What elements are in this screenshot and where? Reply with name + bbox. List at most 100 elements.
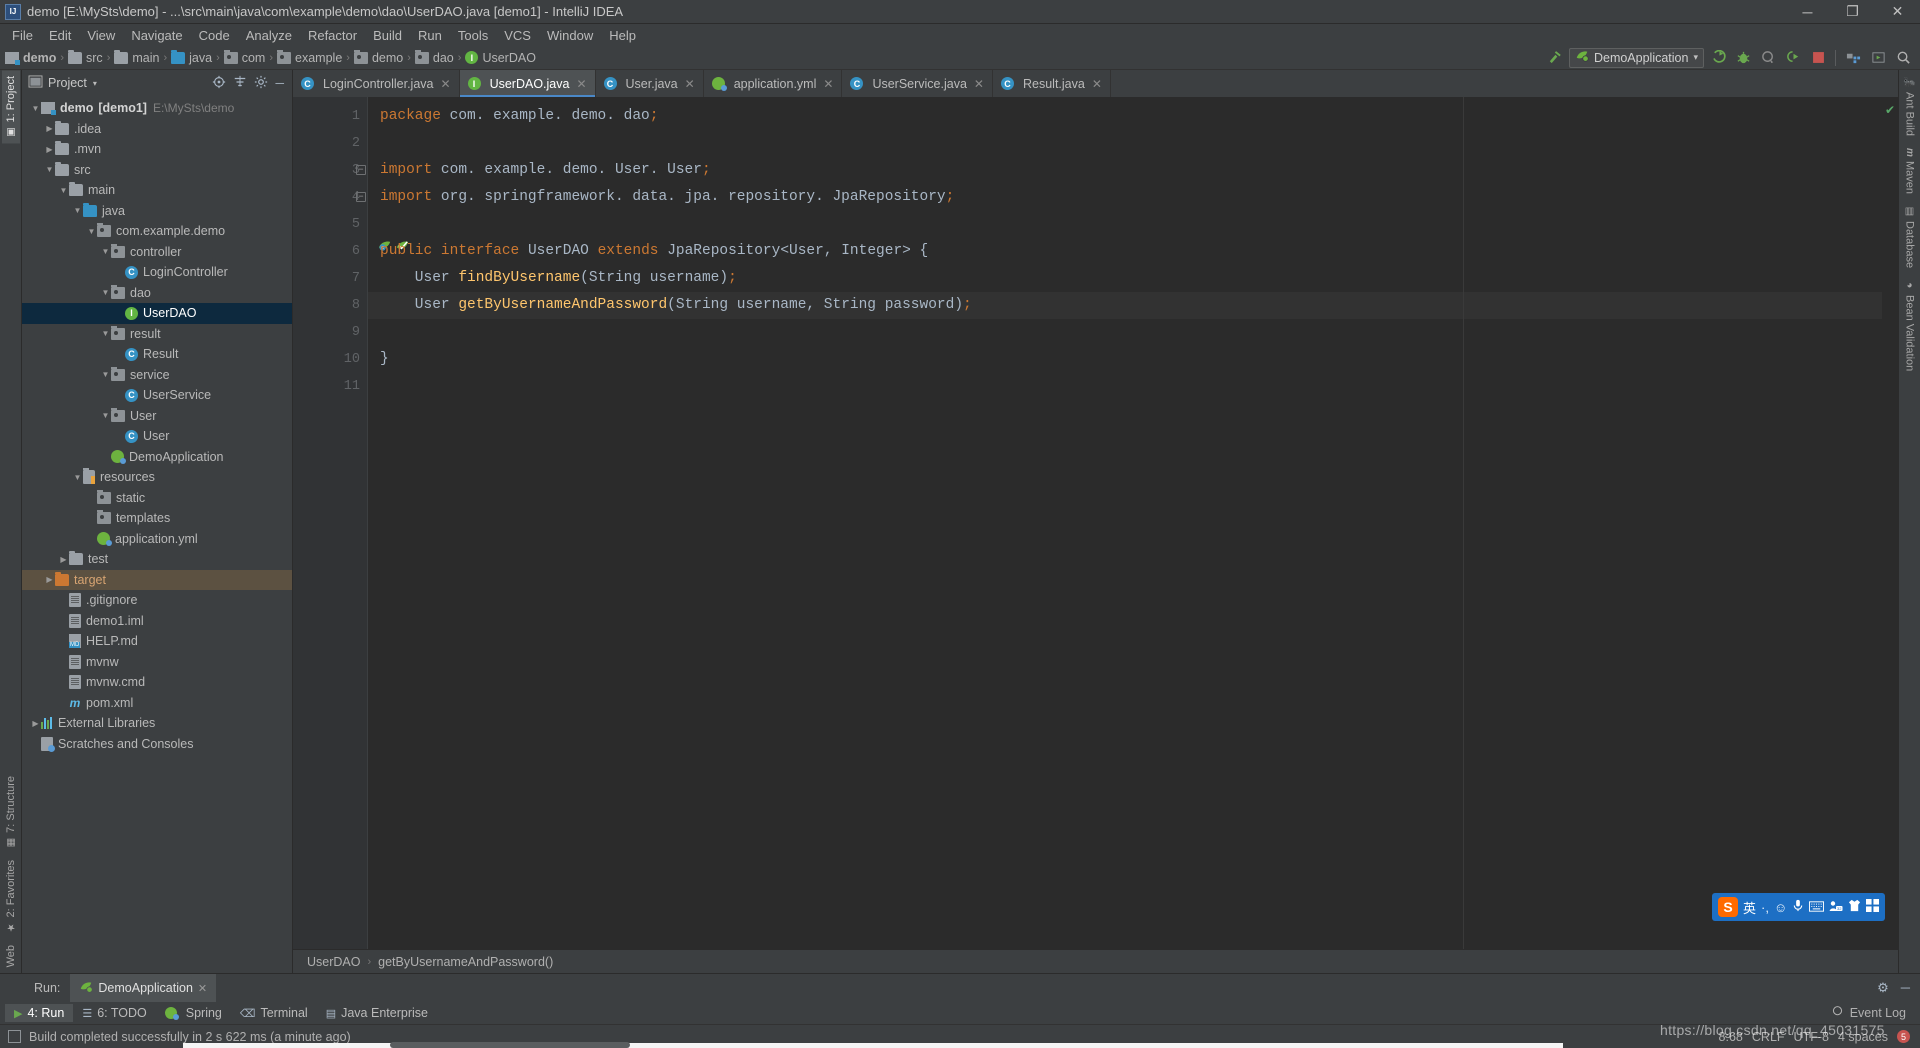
menu-item-navigate[interactable]: Navigate: [123, 26, 190, 45]
tree-item[interactable]: ▼ dao: [22, 283, 292, 304]
chevron-right-icon[interactable]: ▶: [44, 145, 55, 154]
tree-item[interactable]: ▼ com.example.demo: [22, 221, 292, 242]
editor-tab-result-java[interactable]: C Result.java ✕: [993, 70, 1111, 97]
chevron-down-icon[interactable]: ▼: [44, 165, 55, 174]
tree-item[interactable]: ▶ templates: [22, 508, 292, 529]
gear-icon[interactable]: [254, 75, 268, 92]
chevron-right-icon[interactable]: ▶: [30, 719, 41, 728]
gear-icon[interactable]: ⚙: [1877, 980, 1889, 996]
maximize-button[interactable]: ❐: [1830, 0, 1875, 24]
collapse-all-icon[interactable]: [233, 75, 247, 92]
code-line[interactable]: User getByUsernameAndPassword(String use…: [368, 292, 1882, 319]
close-icon[interactable]: ✕: [823, 77, 833, 91]
tree-item[interactable]: ▼ User: [22, 406, 292, 427]
code-line[interactable]: [368, 130, 1882, 157]
tree-item[interactable]: ▶ mvnw: [22, 652, 292, 673]
sidebar-item-favorites[interactable]: ★ 2: Favorites: [2, 854, 20, 938]
user-icon[interactable]: 32: [1829, 900, 1843, 915]
code-line[interactable]: [368, 319, 1882, 346]
breadcrumb-item-main[interactable]: main: [114, 49, 159, 65]
menu-item-run[interactable]: Run: [410, 26, 450, 45]
tree-item[interactable]: ▶ application.yml: [22, 529, 292, 550]
sogou-logo-icon[interactable]: S: [1718, 897, 1738, 917]
editor-tab-userdao-java[interactable]: I UserDAO.java ✕: [459, 70, 596, 97]
tree-item[interactable]: ▶ static: [22, 488, 292, 509]
menu-item-code[interactable]: Code: [191, 26, 238, 45]
chevron-down-icon[interactable]: ▼: [86, 227, 97, 236]
tree-item[interactable]: ▼ service: [22, 365, 292, 386]
chevron-down-icon[interactable]: ▼: [30, 104, 41, 113]
breadcrumb-item-demo[interactable]: demo: [5, 51, 56, 65]
close-button[interactable]: ✕: [1875, 0, 1920, 24]
close-icon[interactable]: ✕: [576, 77, 586, 91]
editor-tab-userservice-java[interactable]: C UserService.java ✕: [842, 70, 993, 97]
tree-item[interactable]: ▶ DemoApplication: [22, 447, 292, 468]
tree-item[interactable]: ▶m pom.xml: [22, 693, 292, 714]
menu-item-refactor[interactable]: Refactor: [300, 26, 365, 45]
keyboard-icon[interactable]: [1809, 900, 1825, 915]
sidebar-item-structure[interactable]: ▦ 7: Structure: [2, 770, 20, 854]
close-icon[interactable]: ✕: [974, 77, 984, 91]
editor-tab-application-yml[interactable]: application.yml ✕: [704, 70, 843, 97]
tree-item-selected[interactable]: ▶I UserDAO: [22, 303, 292, 324]
editor-gutter[interactable]: 1 2 3−4− 5 6 C 7 8 9 10 11: [293, 97, 409, 949]
menu-item-build[interactable]: Build: [365, 26, 410, 45]
error-count-badge[interactable]: 5: [1897, 1030, 1910, 1043]
file-encoding[interactable]: UTF-8: [1794, 1030, 1829, 1044]
event-log-area[interactable]: Event Log: [1831, 1005, 1920, 1021]
chevron-down-icon[interactable]: ▼: [100, 288, 111, 297]
mic-icon[interactable]: [1792, 899, 1804, 915]
tree-item[interactable]: ▼ java: [22, 201, 292, 222]
breadcrumb-item-src[interactable]: src: [68, 49, 103, 65]
tree-item[interactable]: ▶C UserService: [22, 385, 292, 406]
run-tab-demoapplication[interactable]: DemoApplication ✕: [70, 973, 217, 1003]
tree-item[interactable]: ▶C LoginController: [22, 262, 292, 283]
apps-icon[interactable]: [1866, 899, 1880, 915]
tree-item[interactable]: ▶ demo1.iml: [22, 611, 292, 632]
chevron-down-icon[interactable]: ▼: [100, 329, 111, 338]
breadcrumb-item-dao[interactable]: dao: [414, 49, 454, 65]
close-icon[interactable]: ✕: [1092, 77, 1102, 91]
select-run-icon[interactable]: [1867, 48, 1889, 68]
debug-button[interactable]: [1732, 48, 1754, 68]
code-line[interactable]: public interface UserDAO extends JpaRepo…: [368, 238, 1882, 265]
chevron-down-icon[interactable]: ▾: [1693, 52, 1698, 63]
breadcrumb-item-com[interactable]: com: [223, 49, 265, 65]
breadcrumb-item-demo[interactable]: demo: [353, 49, 403, 65]
chevron-down-icon[interactable]: ▼: [100, 370, 111, 379]
tree-item[interactable]: ▶ External Libraries: [22, 713, 292, 734]
menu-item-tools[interactable]: Tools: [450, 26, 496, 45]
sidebar-item-project[interactable]: ▣ 1: Project: [1, 70, 20, 144]
inspection-ok-icon[interactable]: ✔: [1885, 103, 1895, 117]
chevron-down-icon[interactable]: ▼: [72, 473, 83, 482]
chevron-right-icon[interactable]: ▶: [44, 124, 55, 133]
tree-item[interactable]: ▶C User: [22, 426, 292, 447]
sidebar-item-maven[interactable]: m Maven: [1901, 142, 1919, 200]
menu-item-file[interactable]: File: [4, 26, 41, 45]
tool-tab-4-run[interactable]: ▶ 4: Run: [5, 1004, 74, 1022]
project-tree[interactable]: ▼ demo [demo1] E:\MySts\demo ▶ .idea ▶ .mvn ▼ src…: [22, 96, 292, 973]
run-with-coverage-button[interactable]: [1757, 48, 1779, 68]
hide-icon[interactable]: ─: [1901, 980, 1910, 996]
editor-breadcrumb-item[interactable]: UserDAO: [307, 955, 360, 969]
tree-item[interactable]: ▶ .idea: [22, 119, 292, 140]
locate-icon[interactable]: [212, 75, 226, 92]
code-line[interactable]: }: [368, 346, 1882, 373]
build-hammer-icon[interactable]: [1544, 48, 1566, 68]
tree-item[interactable]: ▶ Scratches and Consoles: [22, 734, 292, 755]
chevron-down-icon[interactable]: ▼: [58, 186, 69, 195]
chevron-down-icon[interactable]: ▼: [100, 411, 111, 420]
tree-item[interactable]: ▼ resources: [22, 467, 292, 488]
menu-item-window[interactable]: Window: [539, 26, 601, 45]
code-line[interactable]: import org. springframework. data. jpa. …: [368, 184, 1882, 211]
hide-icon[interactable]: ─: [275, 76, 284, 90]
tree-item[interactable]: ▼ src: [22, 160, 292, 181]
close-icon[interactable]: ✕: [441, 77, 451, 91]
editor-tab-user-java[interactable]: C User.java ✕: [596, 70, 704, 97]
chevron-right-icon[interactable]: ▶: [58, 555, 69, 564]
sidebar-item-ant-build[interactable]: 🐜 Ant Build: [1901, 70, 1919, 142]
tool-tab-spring[interactable]: Spring: [156, 1004, 231, 1022]
tree-item[interactable]: ▼ result: [22, 324, 292, 345]
menu-item-vcs[interactable]: VCS: [496, 26, 539, 45]
menu-item-view[interactable]: View: [79, 26, 123, 45]
